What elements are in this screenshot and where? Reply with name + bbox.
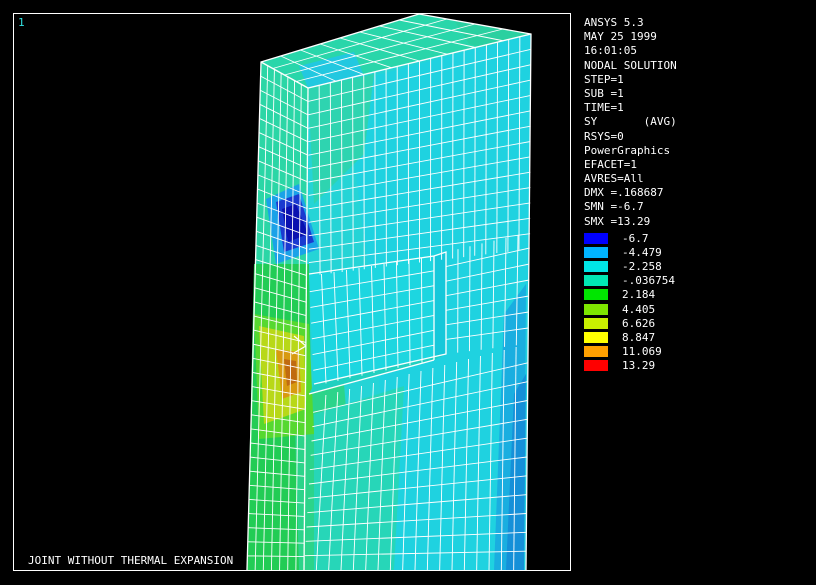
legend-label: 6.626 bbox=[622, 316, 656, 330]
info-line: MAY 25 1999 bbox=[584, 30, 657, 44]
legend-swatch bbox=[584, 289, 608, 301]
info-line: PowerGraphics bbox=[584, 143, 671, 157]
info-line: DMX =.168687 bbox=[584, 186, 664, 200]
info-line: ANSYS 5.3 bbox=[584, 16, 644, 29]
legend-swatch bbox=[584, 232, 608, 244]
fem-contour-plot bbox=[246, 14, 532, 570]
legend-swatch bbox=[584, 260, 608, 272]
legend-row: 4.405 bbox=[584, 302, 675, 316]
info-line: SUB =1 bbox=[584, 86, 624, 100]
window-number-label: 1 bbox=[18, 16, 25, 29]
solution-info-panel: ANSYS 5.3 MAY 25 1999 16:01:05 NODAL SOL… bbox=[584, 16, 677, 229]
legend-row: -.036754 bbox=[584, 274, 675, 288]
legend-row: 6.626 bbox=[584, 316, 675, 330]
legend-swatch bbox=[584, 303, 608, 315]
legend-row: -4.479 bbox=[584, 245, 675, 259]
notch-side bbox=[434, 252, 446, 360]
legend-row: 11.069 bbox=[584, 345, 675, 359]
contour-legend: -6.7 -4.479 -2.258 -.036754 2.184 4.405 … bbox=[584, 231, 675, 373]
legend-label: 13.29 bbox=[622, 359, 656, 373]
legend-swatch bbox=[584, 331, 608, 343]
legend-swatch bbox=[584, 360, 608, 372]
legend-row: 13.29 bbox=[584, 359, 675, 373]
info-line: STEP=1 bbox=[584, 72, 624, 86]
legend-row: -2.258 bbox=[584, 259, 675, 273]
mesh-line bbox=[468, 246, 471, 352]
info-line: RSYS=0 bbox=[584, 129, 624, 143]
legend-swatch bbox=[584, 317, 608, 329]
info-line: SMN =-6.7 bbox=[584, 200, 644, 214]
legend-label: -4.479 bbox=[622, 245, 662, 259]
legend-swatch bbox=[584, 246, 608, 258]
legend-row: 8.847 bbox=[584, 330, 675, 344]
info-line: 16:01:05 bbox=[584, 44, 637, 58]
graphics-viewport[interactable]: 1 JOINT WITHOUT THERMAL EXPANSION bbox=[13, 13, 571, 571]
stress-contour-fills bbox=[247, 14, 531, 570]
legend-label: -.036754 bbox=[622, 274, 675, 288]
info-line: EFACET=1 bbox=[584, 157, 637, 171]
legend-label: -6.7 bbox=[622, 231, 649, 245]
info-line: SMX =13.29 bbox=[584, 214, 651, 228]
info-line: NODAL SOLUTION bbox=[584, 58, 677, 72]
info-line: TIME=1 bbox=[584, 101, 624, 115]
info-line: SY (AVG) bbox=[584, 115, 677, 129]
legend-label: 4.405 bbox=[622, 302, 656, 316]
legend-swatch bbox=[584, 346, 608, 358]
legend-label: 8.847 bbox=[622, 330, 656, 344]
info-line: AVRES=All bbox=[584, 172, 644, 186]
legend-swatch bbox=[584, 275, 608, 287]
legend-label: -2.258 bbox=[622, 259, 662, 273]
legend-label: 11.069 bbox=[622, 345, 662, 359]
plot-caption: JOINT WITHOUT THERMAL EXPANSION bbox=[26, 554, 236, 567]
legend-row: -6.7 bbox=[584, 231, 675, 245]
mesh-line bbox=[421, 257, 423, 363]
legend-row: 2.184 bbox=[584, 288, 675, 302]
legend-label: 2.184 bbox=[622, 288, 656, 302]
